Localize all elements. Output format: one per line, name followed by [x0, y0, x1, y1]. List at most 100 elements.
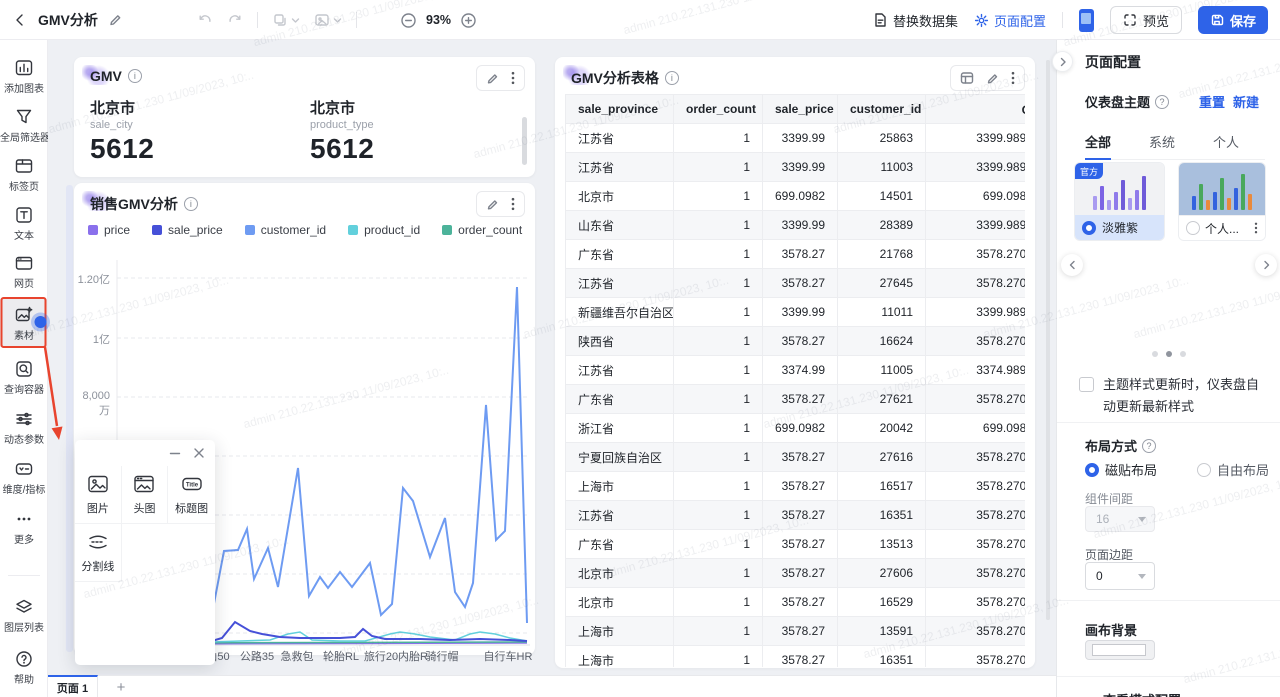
carousel-next-icon[interactable]: [1255, 254, 1277, 276]
cell-order-count: 1: [674, 240, 763, 269]
sidebar-item-webpage[interactable]: 网页: [0, 254, 48, 290]
cell-gmv: 3578.2700195312: [926, 530, 1026, 559]
top-toolbar: GMV分析 93% 替换数据集 页面配置 预览 保存: [0, 0, 1280, 40]
gmv-table-card[interactable]: GMV分析表格 i sale_province order_count sale…: [555, 57, 1035, 668]
table-row: 广东省 1 3578.27 27621 3578.2700195312: [566, 385, 1026, 414]
undo-icon[interactable]: [197, 12, 213, 28]
sidebar-item-material[interactable]: 素材: [0, 299, 48, 347]
add-page-button[interactable]: +: [110, 677, 132, 697]
sidebar-item-text[interactable]: 文本: [0, 206, 48, 242]
layout-option-grid[interactable]: 磁贴布局: [1085, 460, 1157, 479]
zoom-in-icon[interactable]: [460, 12, 477, 29]
auto-update-checkbox[interactable]: [1079, 377, 1094, 392]
carousel-dot[interactable]: [1180, 351, 1186, 357]
page-tab-bar: 页面 1 +: [48, 675, 1056, 697]
cell-customer-id: 16624: [838, 327, 926, 356]
x-axis-label: 公路35: [240, 648, 274, 664]
help-icon[interactable]: ?: [1142, 439, 1156, 453]
image-tool-icon[interactable]: [314, 12, 342, 28]
rename-icon[interactable]: [108, 13, 122, 27]
info-icon[interactable]: i: [128, 69, 142, 83]
cell-customer-id: 28389: [838, 211, 926, 240]
metric-product-type: 北京市 product_type 5612: [310, 97, 374, 165]
cell-gmv: 3578.2700195312: [926, 588, 1026, 617]
theme-radio[interactable]: [1186, 221, 1200, 235]
redo-icon[interactable]: [227, 12, 243, 28]
page-config-button[interactable]: 页面配置: [974, 11, 1046, 30]
material-item-label: 标题图: [175, 500, 208, 516]
kebab-icon[interactable]: [511, 71, 515, 85]
cell-province: 北京市: [566, 559, 674, 588]
preview-button[interactable]: 预览: [1110, 6, 1182, 34]
save-button[interactable]: 保存: [1198, 6, 1268, 34]
tab-system[interactable]: 系统: [1149, 132, 1175, 151]
gmv-card[interactable]: GMV i 北京市 sale_city 5612 北京市 product_typ…: [74, 57, 535, 177]
zoom-out-icon[interactable]: [400, 12, 417, 29]
carousel-dot-active[interactable]: [1166, 351, 1172, 357]
sidebar-item-add-chart[interactable]: 添加图表: [0, 59, 48, 95]
sidebar-item-layer-list[interactable]: 图层列表: [0, 598, 48, 634]
cell-gmv: 3399.9899902343: [926, 298, 1026, 327]
mobile-preview-icon[interactable]: [1079, 9, 1094, 32]
gmv-card-title: GMV: [90, 68, 122, 84]
metric-city: 北京市: [310, 97, 374, 118]
cell-gmv: 3578.2700195312: [926, 443, 1026, 472]
sidebar-item-more[interactable]: 更多: [0, 510, 48, 546]
tab-all[interactable]: 全部: [1085, 132, 1111, 151]
cell-order-count: 1: [674, 327, 763, 356]
page-margin-select[interactable]: 0: [1085, 562, 1155, 590]
kebab-icon[interactable]: [1254, 222, 1258, 234]
reset-theme-link[interactable]: 重置: [1199, 92, 1225, 111]
replace-dataset-button[interactable]: 替换数据集: [872, 11, 958, 30]
component-gap-select[interactable]: 16: [1085, 506, 1155, 532]
data-table-container[interactable]: sale_province order_count sale_price cus…: [565, 94, 1025, 667]
sidebar-item-query-container[interactable]: 查询容器: [0, 360, 48, 396]
cell-order-count: 1: [674, 182, 763, 211]
material-item-header-image[interactable]: 头图: [122, 466, 169, 524]
carousel-dot[interactable]: [1152, 351, 1158, 357]
theme-card-official[interactable]: 官方 淡雅紫: [1075, 163, 1164, 240]
cell-province: 北京市: [566, 588, 674, 617]
carousel-prev-icon[interactable]: [1061, 254, 1083, 276]
panel-scrollbar[interactable]: [1046, 60, 1050, 620]
card-scrollbar[interactable]: [522, 117, 527, 165]
material-item-title-image[interactable]: Title 标题图: [168, 466, 215, 524]
column-header: customer_id: [838, 95, 926, 124]
edit-icon[interactable]: [986, 72, 999, 85]
close-icon[interactable]: [193, 447, 205, 459]
panel-title: 页面配置: [1085, 52, 1141, 72]
layout-option-free[interactable]: 自由布局: [1197, 460, 1269, 479]
sidebar-item-help[interactable]: 帮助: [0, 650, 48, 686]
sidebar-item-tab-page[interactable]: 标签页: [0, 157, 48, 193]
view-data-icon[interactable]: [960, 71, 974, 85]
back-icon[interactable]: [12, 12, 28, 28]
material-item-divider[interactable]: 分割线: [75, 524, 122, 582]
column-header: GMV分析: [926, 95, 1026, 124]
x-axis-label: 急救包: [281, 648, 314, 664]
info-icon[interactable]: i: [665, 71, 679, 85]
cell-sale-price: 3399.99: [763, 298, 838, 327]
cell-gmv: 3578.2700195312: [926, 240, 1026, 269]
minimize-icon[interactable]: [169, 447, 181, 459]
page-tab[interactable]: 页面 1: [48, 675, 98, 697]
sidebar-item-global-filter[interactable]: 全局筛选器: [0, 108, 48, 144]
edit-icon[interactable]: [486, 72, 499, 85]
cell-province: 陕西省: [566, 327, 674, 356]
kebab-icon[interactable]: [1011, 71, 1015, 85]
tab-personal[interactable]: 个人: [1213, 132, 1239, 151]
cell-customer-id: 21768: [838, 240, 926, 269]
sidebar-item-dimension-metric[interactable]: 维度/指标: [0, 460, 48, 496]
cell-order-count: 1: [674, 472, 763, 501]
theme-card-personal[interactable]: 个人...: [1179, 163, 1265, 240]
duplicate-icon[interactable]: [272, 12, 300, 28]
help-icon[interactable]: ?: [1155, 95, 1169, 109]
theme-radio-selected[interactable]: [1082, 221, 1096, 235]
sidebar-item-dynamic-params[interactable]: 动态参数: [0, 410, 48, 446]
canvas-background-swatch[interactable]: [1085, 640, 1155, 660]
cell-province: 宁夏回族自治区: [566, 443, 674, 472]
zoom-level: 93%: [426, 13, 451, 27]
collapse-panel-icon[interactable]: [1052, 51, 1073, 72]
create-theme-link[interactable]: 新建: [1233, 92, 1259, 111]
material-item-image[interactable]: 图片: [75, 466, 122, 524]
cell-customer-id: 13591: [838, 617, 926, 646]
